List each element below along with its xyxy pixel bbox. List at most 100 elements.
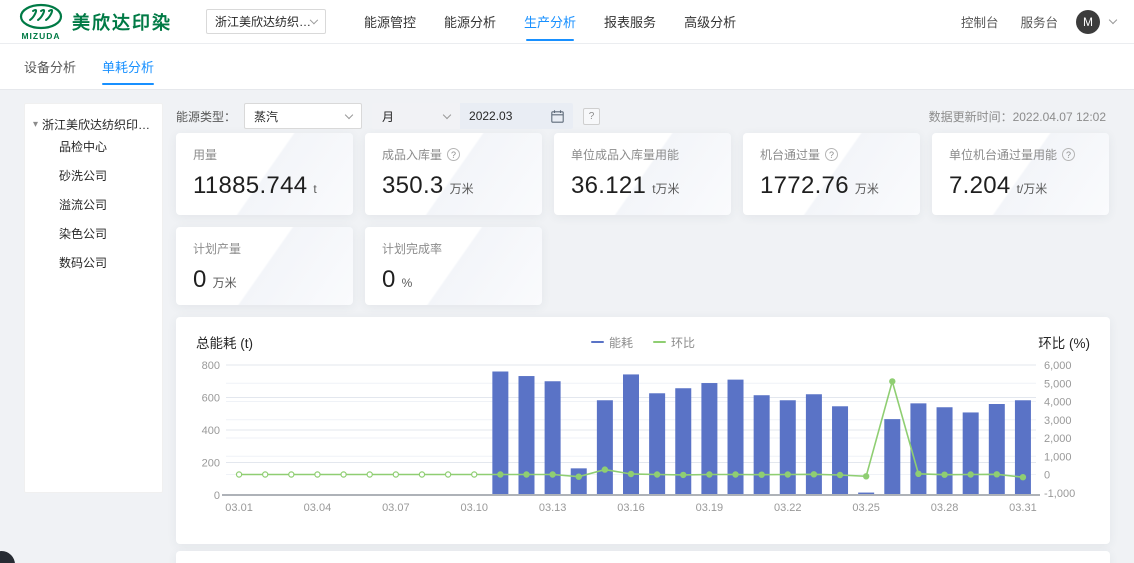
header-link-2[interactable]: 服务台 [1020, 12, 1058, 31]
date-input[interactable]: 2022.03 [460, 103, 573, 129]
kpi-card-r1-2: 成品入库量?350.3万米 [365, 133, 542, 215]
legend-swatch [591, 341, 604, 344]
svg-text:03.07: 03.07 [382, 502, 410, 514]
tree-node-3[interactable]: 溢流公司 [33, 191, 154, 220]
svg-text:3,000: 3,000 [1044, 415, 1072, 427]
svg-text:03.10: 03.10 [460, 502, 488, 514]
kpi-card-r1-5: 单位机台通过量用能?7.204t/万米 [932, 133, 1109, 215]
kpi-unit: 万米 [213, 274, 237, 291]
svg-text:2,000: 2,000 [1044, 433, 1072, 445]
kpi-value: 0 [382, 266, 396, 294]
kpi-label: 机台通过量? [760, 146, 903, 163]
legend-item-1[interactable]: 能耗 [591, 334, 633, 351]
logo: MIZUDA [18, 3, 64, 41]
tree-node-5[interactable]: 数码公司 [33, 249, 154, 278]
svg-text:1,000: 1,000 [1044, 451, 1072, 463]
svg-text:03.13: 03.13 [539, 502, 567, 514]
chart-right-axis-title: 环比 (%) [1038, 332, 1090, 352]
legend-item-2[interactable]: 环比 [653, 334, 695, 351]
nav-item-3[interactable]: 生产分析 [524, 0, 576, 44]
avatar-chevron-icon[interactable] [1109, 16, 1117, 24]
energy-chart-card: 总能耗 (t) 能耗环比 环比 (%) 0200400600800-1,0000… [176, 317, 1110, 544]
svg-text:600: 600 [202, 393, 220, 405]
nav-item-4[interactable]: 报表服务 [604, 0, 656, 44]
energy-type-select[interactable]: 蒸汽 [244, 103, 362, 129]
svg-text:03.01: 03.01 [225, 502, 253, 514]
kpi-card-r1-3: 单位成品入库量用能 36.121 t万米 [554, 133, 731, 215]
app-header: MIZUDA 美欣达印染 浙江美欣达纺织印... 能源管控能源分析生产分析报表服… [0, 0, 1134, 44]
svg-text:03.22: 03.22 [774, 502, 802, 514]
kpi-card-r2-2: 计划完成率0% [365, 227, 542, 305]
chart-left-axis-title: 总能耗 (t) [196, 332, 253, 352]
tree-node-4[interactable]: 染色公司 [33, 220, 154, 249]
svg-text:0: 0 [214, 490, 220, 502]
kpi-value: 7.204 [949, 172, 1011, 200]
tree-node-2[interactable]: 砂洗公司 [33, 162, 154, 191]
kpi-row-1: 用量11885.744t成品入库量?350.3万米单位成品入库量用能36.121… [176, 133, 1110, 215]
question-circle-icon[interactable]: ? [1062, 148, 1075, 161]
data-update-time: 数据更新时间：2022.04.07 12:02 [929, 108, 1106, 125]
kpi-value: 1772.76 [760, 172, 849, 200]
avatar[interactable]: M [1076, 10, 1100, 34]
main-content: 能源类型： 蒸汽 月 2022.03 [176, 103, 1110, 563]
help-icon[interactable]: ? [583, 108, 600, 125]
org-tree-panel: ▾ 浙江美欣达纺织印染科技印... 品检中心砂洗公司溢流公司染色公司数码公司 [24, 103, 163, 493]
svg-text:6,000: 6,000 [1044, 360, 1072, 372]
svg-text:400: 400 [202, 425, 220, 437]
kpi-label: 单位成品入库量用能 [571, 146, 714, 163]
main-nav: 能源管控能源分析生产分析报表服务高级分析 [350, 0, 750, 44]
kpi-card-r1-1: 用量11885.744t [176, 133, 353, 215]
chevron-down-icon [345, 110, 353, 118]
date-picker[interactable]: 月 2022.03 [372, 103, 573, 129]
svg-text:03.04: 03.04 [304, 502, 332, 514]
svg-text:-1,000: -1,000 [1044, 488, 1075, 500]
tree-children: 品检中心砂洗公司溢流公司染色公司数码公司 [33, 133, 154, 278]
kpi-row-2: 计划产量0万米计划完成率0% [176, 227, 1110, 305]
tab-1[interactable]: 设备分析 [24, 44, 76, 89]
question-circle-icon[interactable]: ? [447, 148, 460, 161]
tree-root-node[interactable]: ▾ 浙江美欣达纺织印染科技印... [33, 116, 154, 133]
svg-text:800: 800 [202, 360, 220, 372]
chevron-down-icon [443, 110, 451, 118]
calendar-icon [551, 110, 564, 123]
org-selector[interactable]: 浙江美欣达纺织印... [206, 9, 326, 34]
question-circle-icon[interactable]: ? [825, 148, 838, 161]
svg-text:0: 0 [1044, 470, 1050, 482]
kpi-label: 计划完成率 [382, 240, 525, 257]
period-select[interactable]: 月 [372, 103, 460, 129]
svg-text:5,000: 5,000 [1044, 378, 1072, 390]
legend-swatch [653, 341, 666, 344]
kpi-label: 计划产量 [193, 240, 336, 257]
caret-down-icon[interactable]: ▾ [33, 119, 38, 130]
energy-type-value: 蒸汽 [254, 108, 278, 125]
tab-2[interactable]: 单耗分析 [102, 44, 154, 89]
floating-widget-button[interactable] [0, 551, 15, 563]
tree-node-1[interactable]: 品检中心 [33, 133, 154, 162]
nav-item-2[interactable]: 能源分析 [444, 0, 496, 44]
kpi-value: 36.121 [571, 172, 646, 200]
brand-title: 美欣达印染 [72, 9, 172, 35]
svg-text:03.16: 03.16 [617, 502, 645, 514]
filter-row: 能源类型： 蒸汽 月 2022.03 [176, 103, 1110, 129]
logo-mizuda-text: MIZUDA [21, 31, 60, 41]
svg-text:03.28: 03.28 [931, 502, 959, 514]
date-value: 2022.03 [469, 109, 512, 123]
org-selector-value: 浙江美欣达纺织印... [215, 13, 311, 30]
svg-text:03.31: 03.31 [1009, 502, 1037, 514]
period-value: 月 [382, 108, 394, 125]
kpi-label: 用量 [193, 146, 336, 163]
kpi-card-r1-4: 机台通过量?1772.76万米 [743, 133, 920, 215]
nav-item-1[interactable]: 能源管控 [364, 0, 416, 44]
energy-consumption-chart[interactable]: 0200400600800-1,00001,0002,0003,0004,000… [196, 357, 1090, 529]
svg-text:03.19: 03.19 [696, 502, 724, 514]
kpi-unit: t万米 [652, 180, 679, 197]
chart-legend: 能耗 环比 [591, 334, 695, 351]
nav-item-5[interactable]: 高级分析 [684, 0, 736, 44]
header-link-1[interactable]: 控制台 [961, 12, 999, 31]
kpi-label: 成品入库量? [382, 146, 525, 163]
header-links: 控制台 服务台 [939, 12, 1058, 31]
kpi-value: 350.3 [382, 172, 444, 200]
svg-text:03.25: 03.25 [852, 502, 880, 514]
chart-header: 总能耗 (t) 能耗 环比 环比 (%) [196, 331, 1090, 353]
kpi-value: 0 [193, 266, 207, 294]
